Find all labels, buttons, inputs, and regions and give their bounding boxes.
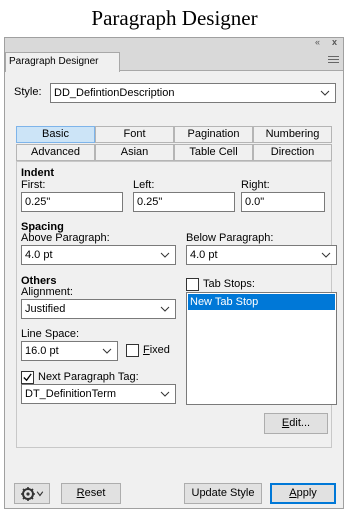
chevron-down-icon <box>320 90 330 96</box>
chevron-down-icon <box>160 252 170 258</box>
below-paragraph-label: Below Paragraph: <box>186 232 274 244</box>
update-style-button[interactable]: Update Style <box>184 483 262 504</box>
tab-numbering[interactable]: Numbering <box>253 126 332 143</box>
line-space-value: 16.0 pt <box>25 345 59 357</box>
paragraph-designer-panel: « x Paragraph Designer Style: DD_Definti… <box>4 37 344 509</box>
left-label: Left: <box>133 179 155 191</box>
tab-stops-list[interactable]: New Tab Stop <box>186 292 337 405</box>
next-paragraph-tag-label: Next Paragraph Tag: <box>38 371 139 383</box>
checkmark-icon <box>23 373 32 382</box>
tab-basic[interactable]: Basic <box>16 126 95 143</box>
line-space-label: Line Space: <box>21 328 80 340</box>
gear-icon <box>21 487 44 501</box>
next-paragraph-tag-value: DT_DefinitionTerm <box>25 388 117 400</box>
below-paragraph-select[interactable]: 4.0 pt <box>186 245 337 265</box>
left-indent-input[interactable]: 0.25" <box>133 192 235 212</box>
apply-button[interactable]: Apply <box>270 483 336 504</box>
close-icon[interactable]: x <box>332 37 337 47</box>
settings-menu-button[interactable] <box>14 483 50 504</box>
fixed-label: Fixed <box>143 344 170 356</box>
above-paragraph-label: Above Paragraph: <box>21 232 110 244</box>
chevron-down-icon <box>321 252 331 258</box>
alignment-value: Justified <box>25 303 66 315</box>
right-indent-input[interactable]: 0.0" <box>241 192 325 212</box>
chevron-down-icon <box>102 348 112 354</box>
first-indent-input[interactable]: 0.25" <box>21 192 123 212</box>
collapse-icon[interactable]: « <box>315 37 320 47</box>
tab-font[interactable]: Font <box>95 126 174 143</box>
below-paragraph-value: 4.0 pt <box>190 249 218 261</box>
next-paragraph-tag-select[interactable]: DT_DefinitionTerm <box>21 384 176 404</box>
style-select[interactable]: DD_DefintionDescription <box>50 83 336 103</box>
tab-stops-label: Tab Stops: <box>203 278 255 290</box>
edit-button[interactable]: Edit... <box>264 413 328 434</box>
style-label: Style: <box>14 86 42 98</box>
panel-tab-paragraph-designer[interactable]: Paragraph Designer <box>5 52 120 72</box>
figure-caption: Paragraph Designer <box>91 6 258 30</box>
indent-heading: Indent <box>21 167 54 179</box>
line-space-select[interactable]: 16.0 pt <box>21 341 118 361</box>
next-paragraph-tag-checkbox[interactable] <box>21 371 34 384</box>
panel-tab-strip: Paragraph Designer <box>5 51 343 72</box>
tab-table-cell[interactable]: Table Cell <box>174 144 253 161</box>
tab-asian[interactable]: Asian <box>95 144 174 161</box>
tab-advanced[interactable]: Advanced <box>16 144 95 161</box>
fixed-checkbox[interactable] <box>126 344 139 357</box>
above-paragraph-select[interactable]: 4.0 pt <box>21 245 176 265</box>
style-value: DD_DefintionDescription <box>54 87 175 99</box>
chevron-down-icon <box>160 306 170 312</box>
above-paragraph-value: 4.0 pt <box>25 249 53 261</box>
tab-pagination[interactable]: Pagination <box>174 126 253 143</box>
chevron-down-icon <box>160 391 170 397</box>
right-label: Right: <box>241 179 270 191</box>
alignment-select[interactable]: Justified <box>21 299 176 319</box>
tab-direction[interactable]: Direction <box>253 144 332 161</box>
panel-menu-icon[interactable] <box>328 56 339 65</box>
tab-stops-checkbox[interactable] <box>186 278 199 291</box>
first-label: First: <box>21 179 46 191</box>
reset-button[interactable]: Reset <box>61 483 121 504</box>
alignment-label: Alignment: <box>21 286 73 298</box>
panel-titlebar: « x <box>5 37 343 51</box>
tab-stop-item[interactable]: New Tab Stop <box>188 294 335 310</box>
